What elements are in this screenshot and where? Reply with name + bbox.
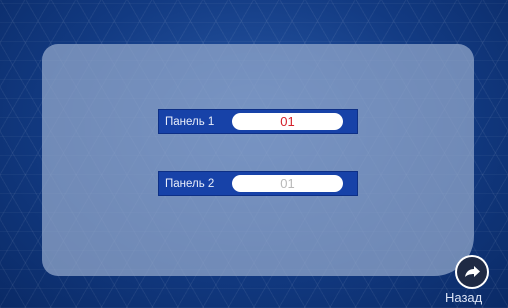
panel-1-value[interactable]: 01	[232, 113, 343, 130]
panel-2-row[interactable]: Панель 2 01	[158, 171, 358, 196]
back-button[interactable]	[455, 255, 489, 289]
back-label[interactable]: Назад	[445, 290, 482, 305]
panel-1-row[interactable]: Панель 1 01	[158, 109, 358, 134]
content-panel	[42, 44, 474, 276]
panel-1-label: Панель 1	[165, 116, 215, 128]
panel-2-value[interactable]: 01	[232, 175, 343, 192]
panel-2-label: Панель 2	[165, 178, 215, 190]
arrow-forward-icon	[465, 266, 480, 277]
